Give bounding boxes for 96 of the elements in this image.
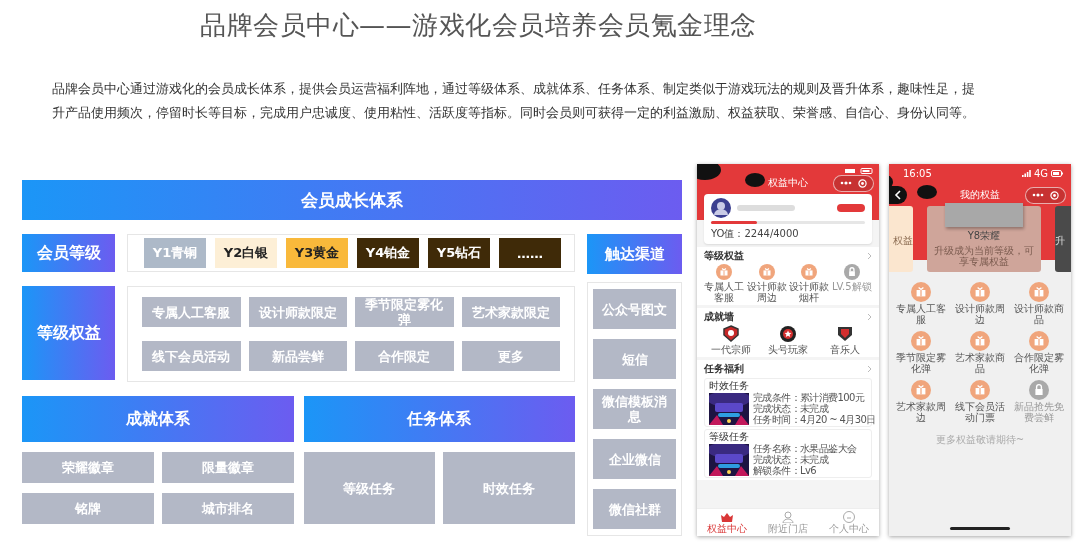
level-card: 升	[1055, 206, 1071, 272]
badge-label: 头号玩家	[768, 344, 808, 355]
benefit-tile: 合作限定	[355, 341, 454, 371]
level-tag: Y2白银	[215, 238, 277, 268]
tab-item[interactable]: 权益中心	[707, 510, 748, 534]
home-indicator	[950, 527, 1010, 530]
level-tag: Y5钻石	[428, 238, 490, 268]
section-header: 任务体系	[303, 396, 575, 442]
benefit-label: 季节限定雾化弹	[895, 352, 948, 374]
network-label: 4G	[1033, 168, 1048, 179]
channel-tile: 企业微信	[593, 439, 676, 479]
signal-icon	[1021, 170, 1031, 177]
diagram-header: 会员成长体系	[22, 180, 682, 220]
task-detail: 完成条件：累计消费100元	[753, 392, 866, 403]
intro-paragraph: 品牌会员中心通过游戏化的会员成长体系，提供会员运营福利阵地，通过等级体系、成就体系、任务体系、制定类似于游戏玩法的规则及晋升体系，趣味性足，提升产品使用频次，停留时长等目标，完成用户忠诚度、使用粘性、活跃度等指标。同时会员则可获得一定的利益激励、权益获取、荣誉感、自信心、身份认同等。	[52, 80, 976, 122]
badge-icon	[779, 325, 797, 343]
status-time: 16:05	[903, 168, 932, 179]
benefit-label: 设计师款周边	[746, 281, 787, 303]
more-icon	[1032, 192, 1044, 198]
close-icon	[1050, 190, 1059, 200]
channel-tile: 短信	[593, 339, 676, 379]
benefit-label: 艺术家款商品	[954, 352, 1006, 374]
benefit-label: 新品抢先免费尝鲜	[1012, 401, 1065, 423]
level-tag: Y4铂金	[357, 238, 419, 268]
member-tag	[837, 204, 865, 212]
task-detail: 完成状态：未完成	[753, 403, 830, 414]
tab-icon	[840, 510, 857, 523]
tab-icon	[780, 510, 796, 523]
capsule-button[interactable]	[1025, 186, 1066, 204]
back-icon	[894, 190, 902, 200]
benefit-tile: 设计师款限定	[248, 297, 347, 327]
achievement-tile: 城市排名	[161, 493, 294, 524]
benefit-label: 专属人工客服	[895, 303, 948, 325]
section-header: 成就体系	[22, 396, 294, 442]
more-icon	[840, 180, 852, 186]
task-detail: 任务名称：水果品鉴大会	[753, 443, 857, 454]
badge-label: 一代宗师	[711, 344, 752, 355]
benefit-label: LV.5解锁	[831, 281, 872, 292]
section-title: 任务福利	[704, 362, 744, 376]
benefit-label: 专属人工客服	[704, 281, 745, 303]
task-tile: 时效任务	[443, 452, 575, 524]
task-detail: 任务时间：4月20 ~ 4月30日	[753, 414, 876, 425]
row-label: 会员等级	[22, 234, 115, 272]
achievement-tile: 铭牌	[22, 493, 154, 524]
benefit-tile: 线下会员活动	[142, 341, 241, 371]
benefit-label: 合作限定雾化弹	[1012, 352, 1065, 374]
benefit-tile: 专属人工客服	[142, 297, 241, 327]
section-header: 触达渠道	[587, 234, 682, 274]
benefit-label: 设计师款周边	[954, 303, 1006, 325]
channel-tile: 公众号图文	[593, 289, 676, 329]
achievement-tile: 荣耀徽章	[22, 452, 154, 483]
level-tag: ……	[499, 238, 561, 268]
level-tag: Y1青铜	[144, 238, 206, 268]
task-detail: 完成状态：未完成	[753, 454, 830, 465]
benefit-label: 设计师款商品	[1012, 303, 1065, 325]
row-label: 等级权益	[22, 286, 115, 380]
level-card: 权益	[889, 206, 913, 272]
footer-note: 更多权益敬请期待~	[934, 433, 1026, 447]
task-detail: 解锁条件：Lv6	[753, 465, 818, 476]
channel-tile: 微信社群	[593, 489, 676, 529]
channel-tile: 微信模板消息	[593, 389, 676, 429]
badge-icon	[835, 325, 854, 343]
level-name: Y8荣耀	[967, 229, 1001, 243]
task-tile: 等级任务	[303, 452, 436, 524]
benefit-tile: 艺术家款限定	[461, 297, 560, 327]
level-note: 升级成为当前等级，可享专属权益	[933, 245, 1035, 267]
section-title: 等级权益	[704, 249, 744, 263]
badge-icon	[722, 325, 741, 343]
status-icons	[845, 168, 873, 174]
chevron-icon	[867, 365, 872, 373]
achievement-tile: 限量徽章	[161, 452, 294, 483]
task-title: 等级任务	[709, 431, 750, 443]
level-tag: Y3黄金	[286, 238, 348, 268]
benefit-label: 线下会员活动门票	[954, 401, 1006, 423]
task-title: 时效任务	[709, 380, 750, 392]
benefit-tile: 季节限定雾化弹	[355, 297, 454, 327]
screen-title: 我的权益	[960, 188, 1000, 202]
screen-title: 权益中心	[768, 176, 808, 190]
capsule-button[interactable]	[833, 174, 874, 192]
chevron-icon	[867, 313, 872, 321]
benefit-tile: 新品尝鲜	[248, 341, 347, 371]
section-title: 成就墙	[704, 310, 734, 324]
avatar	[711, 198, 731, 218]
benefit-tile: 更多	[461, 341, 560, 371]
badge-label: 音乐人	[829, 344, 860, 355]
close-icon	[858, 178, 867, 188]
benefit-label: 艺术家款周边	[895, 401, 948, 423]
back-button[interactable]	[889, 186, 907, 204]
benefit-label: 设计师款烟杆	[789, 281, 830, 303]
battery-icon	[1051, 170, 1063, 177]
chevron-icon	[867, 252, 872, 260]
page-title: 品牌会员中心——游戏化会员培养会员氪金理念	[200, 9, 758, 42]
redacted-name	[737, 205, 795, 211]
tab-item[interactable]: 附近门店	[768, 510, 808, 534]
progress-reading: YO值：2244/4000	[711, 227, 800, 241]
tab-item[interactable]: 个人中心	[828, 510, 869, 534]
